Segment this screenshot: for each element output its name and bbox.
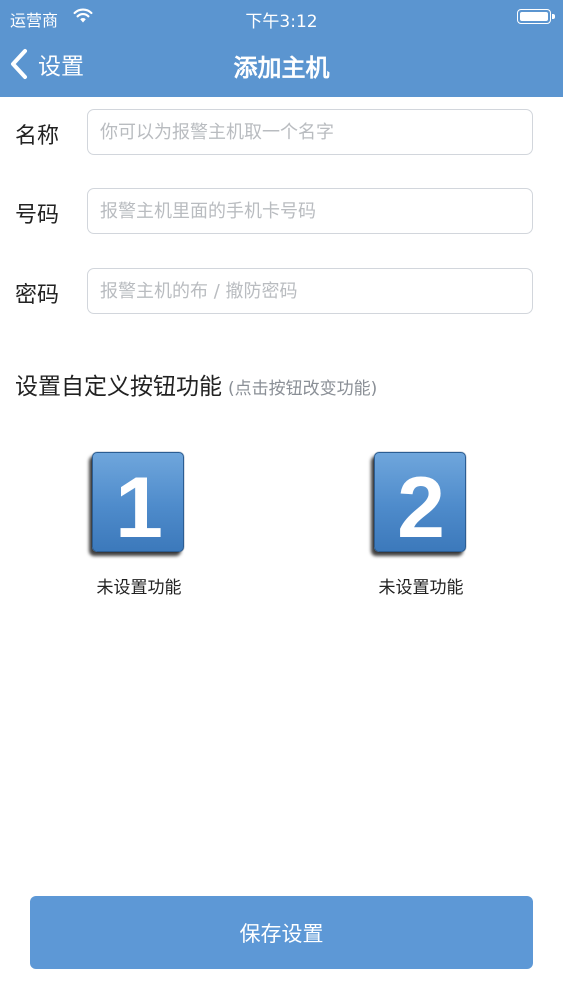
custom-buttons-hint: (点击按钮改变功能): [228, 379, 378, 399]
screen: 运营商 下午3:12 设置 添加主机 名称 号码 密码: [0, 0, 563, 1000]
custom-button-1-caption: 未设置功能: [96, 578, 182, 598]
button-2-tile-icon: 2: [374, 452, 466, 553]
number-label: 号码: [15, 203, 60, 228]
custom-buttons-heading: 设置自定义按钮功能 (点击按钮改变功能): [15, 367, 377, 401]
custom-button-1[interactable]: 1 未设置功能: [84, 452, 194, 598]
status-time: 下午3:12: [245, 12, 318, 32]
name-label: 名称: [15, 124, 60, 149]
phone-number-field[interactable]: [87, 188, 533, 234]
password-row: 密码: [0, 268, 563, 314]
top-bar: 运营商 下午3:12 设置 添加主机: [0, 0, 563, 97]
custom-button-1-number: 1: [115, 460, 163, 553]
page-title: 添加主机: [233, 54, 330, 82]
status-bar: 运营商 下午3:12: [0, 0, 563, 33]
custom-button-2[interactable]: 2 未设置功能: [366, 452, 476, 598]
save-settings-button[interactable]: 保存设置: [30, 896, 533, 969]
name-row: 名称: [0, 109, 563, 155]
custom-button-2-caption: 未设置功能: [378, 578, 464, 598]
password-field[interactable]: [87, 268, 533, 314]
name-field[interactable]: [87, 109, 533, 155]
nav-bar: 设置 添加主机: [0, 33, 563, 97]
custom-button-2-number: 2: [397, 460, 445, 553]
custom-buttons-title: 设置自定义按钮功能: [15, 374, 222, 400]
number-row: 号码: [0, 188, 563, 234]
button-1-tile-icon: 1: [92, 452, 184, 553]
password-label: 密码: [15, 283, 60, 308]
battery-icon: [517, 9, 555, 24]
